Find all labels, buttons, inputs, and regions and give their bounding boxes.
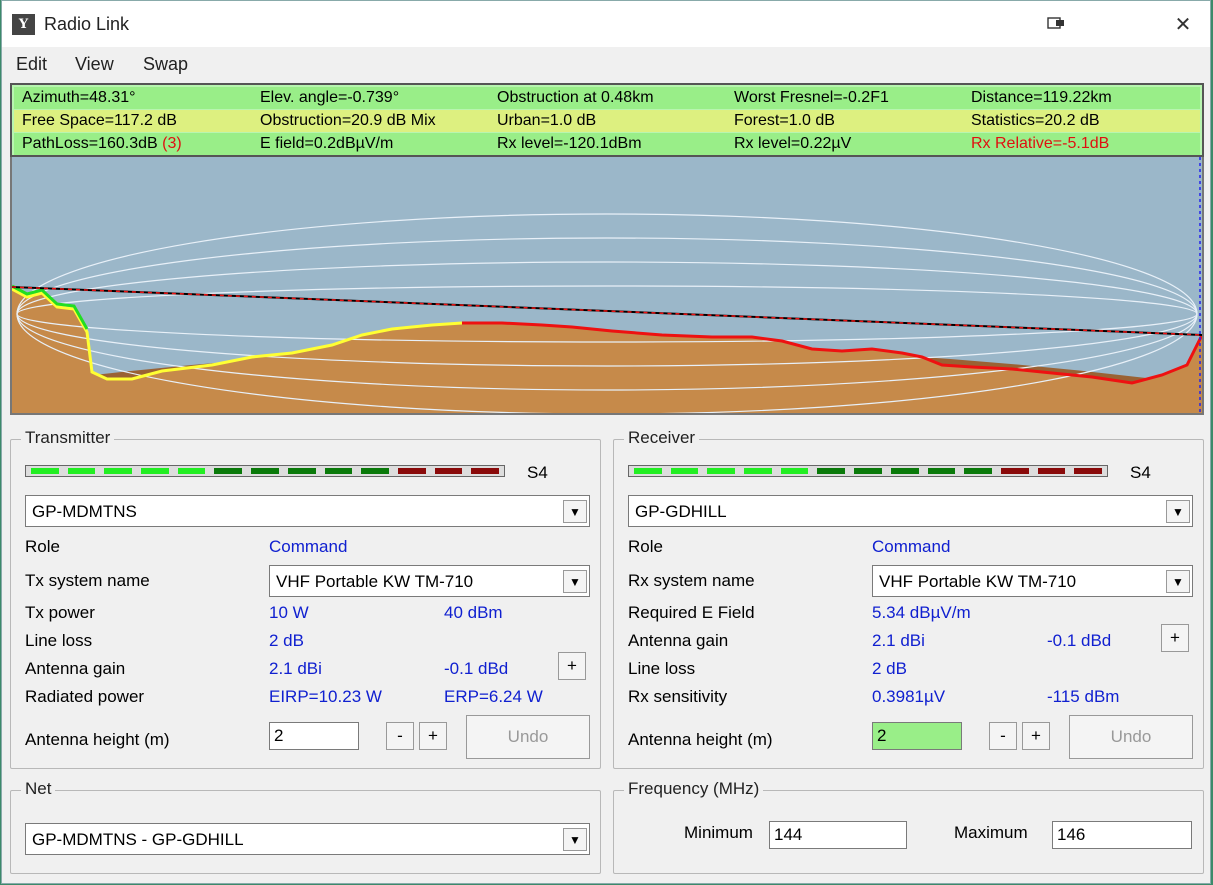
tx-radiated-label: Radiated power (25, 687, 145, 706)
rx-gain-dbi: 2.1 dBi (872, 631, 925, 650)
tx-gain-dbd: -0.1 dBd (444, 659, 509, 678)
distance-value: Distance=119.22km (971, 89, 1112, 106)
tx-erp-value: ERP=6.24 W (444, 687, 543, 706)
rx-level-dbm-value: Rx level=-120.1dBm (497, 135, 642, 152)
tx-gain-dbi: 2.1 dBi (269, 659, 322, 678)
radio-link-window: Y Radio Link ✕ Edit View Swap Azimuth=48… (1, 0, 1211, 884)
rx-gain-label: Antenna gain (628, 631, 729, 650)
net-label: Net (21, 779, 56, 799)
tx-station-select[interactable]: GP-MDMTNS ▼ (25, 495, 590, 527)
menu-swap[interactable]: Swap (143, 54, 188, 75)
rx-meter-label: S4 (1130, 463, 1151, 482)
rx-station-select[interactable]: GP-GDHILL ▼ (628, 495, 1193, 527)
e-field-value: E field=0.2dBµV/m (260, 135, 394, 152)
rx-system-select[interactable]: VHF Portable KW TM-710 ▼ (872, 565, 1193, 597)
elevation-angle-value: Elev. angle=-0.739° (260, 89, 400, 106)
pathloss-cell: PathLoss=160.3dB (3) (14, 133, 251, 155)
obstruction-location-value: Obstruction at 0.48km (497, 89, 654, 106)
forest-value: Forest=1.0 dB (734, 112, 835, 129)
rx-height-minus-button[interactable]: - (989, 722, 1017, 750)
tx-gain-label: Antenna gain (25, 659, 126, 678)
tx-meter-label: S4 (527, 463, 548, 482)
frequency-label: Frequency (MHz) (624, 779, 764, 799)
title-bar: Y Radio Link ✕ (2, 1, 1210, 47)
urban-value: Urban=1.0 dB (497, 112, 597, 129)
rx-efield-label: Required E Field (628, 603, 755, 622)
pathloss-value: PathLoss=160.3dB (22, 135, 158, 152)
rx-height-plus-button[interactable]: + (1022, 722, 1050, 750)
chevron-down-icon[interactable]: ▼ (1166, 500, 1190, 523)
tx-role-value: Command (269, 537, 348, 556)
tx-role-label: Role (25, 537, 60, 556)
tx-height-plus-button[interactable]: + (419, 722, 447, 750)
window-title: Radio Link (44, 14, 130, 34)
chevron-down-icon[interactable]: ▼ (1166, 570, 1190, 593)
obstruction-loss-value: Obstruction=20.9 dB Mix (260, 112, 436, 129)
rx-role-label: Role (628, 537, 663, 556)
restore-icon[interactable] (1042, 11, 1072, 39)
close-icon[interactable]: ✕ (1168, 11, 1198, 39)
azimuth-value: Azimuth=48.31° (22, 89, 136, 106)
tx-signal-meter (25, 465, 505, 477)
menu-view[interactable]: View (75, 54, 114, 75)
tx-power-w: 10 W (269, 603, 309, 622)
frequency-group: Frequency (MHz) Minimum 144 Maximum 146 (613, 779, 1204, 874)
rx-level-uv-value: Rx level=0.22µV (734, 135, 852, 152)
tx-height-input[interactable]: 2 (269, 722, 359, 750)
tx-lineloss-label: Line loss (25, 631, 93, 650)
rx-lineloss-value: 2 dB (872, 659, 907, 678)
receiver-label: Receiver (624, 428, 700, 448)
free-space-value: Free Space=117.2 dB (22, 112, 177, 129)
rx-signal-meter (628, 465, 1108, 477)
menu-edit[interactable]: Edit (16, 54, 47, 75)
tx-power-dbm: 40 dBm (444, 603, 503, 622)
terrain-profile-svg (12, 157, 1202, 413)
chevron-down-icon[interactable]: ▼ (563, 570, 587, 593)
rx-gain-dbd: -0.1 dBd (1047, 631, 1112, 650)
rx-relative-value: Rx Relative=-5.1dB (971, 135, 1110, 152)
terrain-profile-plot[interactable] (10, 157, 1204, 415)
pathloss-flag: (3) (162, 135, 182, 152)
tx-system-label: Tx system name (25, 571, 150, 590)
chevron-down-icon[interactable]: ▼ (563, 500, 587, 523)
net-select[interactable]: GP-MDMTNS - GP-GDHILL ▼ (25, 823, 590, 855)
link-summary-grid: Azimuth=48.31° Elev. angle=-0.739° Obstr… (10, 83, 1204, 157)
rx-lineloss-label: Line loss (628, 659, 696, 678)
rx-undo-button[interactable]: Undo (1069, 715, 1193, 759)
worst-fresnel-value: Worst Fresnel=-0.2F1 (734, 89, 889, 106)
tx-undo-button[interactable]: Undo (466, 715, 590, 759)
transmitter-group: Transmitter S4 GP-MDMTNS ▼ Role Command … (10, 428, 601, 769)
rx-system-label: Rx system name (628, 571, 755, 590)
rx-efield-value: 5.34 dBµV/m (872, 603, 971, 622)
menu-bar: Edit View Swap (2, 47, 1210, 81)
tx-lineloss-value: 2 dB (269, 631, 304, 650)
rx-sensitivity-label: Rx sensitivity (628, 687, 728, 706)
frequency-min-label: Minimum (684, 823, 753, 842)
antenna-app-icon: Y (12, 14, 35, 35)
chevron-down-icon[interactable]: ▼ (563, 828, 587, 851)
tx-height-minus-button[interactable]: - (386, 722, 414, 750)
tx-system-select[interactable]: VHF Portable KW TM-710 ▼ (269, 565, 590, 597)
tx-eirp-value: EIRP=10.23 W (269, 687, 382, 706)
transmitter-label: Transmitter (21, 428, 115, 448)
frequency-min-input[interactable]: 144 (769, 821, 907, 849)
frequency-max-label: Maximum (954, 823, 1028, 842)
rx-sensitivity-uv: 0.3981µV (872, 687, 946, 706)
net-group: Net GP-MDMTNS - GP-GDHILL ▼ (10, 779, 601, 874)
frequency-max-input[interactable]: 146 (1052, 821, 1192, 849)
tx-height-label: Antenna height (m) (25, 730, 170, 749)
receiver-group: Receiver S4 GP-GDHILL ▼ Role Command Rx … (613, 428, 1204, 769)
rx-sensitivity-dbm: -115 dBm (1047, 687, 1120, 706)
tx-gain-plus-button[interactable]: + (558, 652, 586, 680)
rx-height-input[interactable]: 2 (872, 722, 962, 750)
rx-height-label: Antenna height (m) (628, 730, 773, 749)
tx-power-label: Tx power (25, 603, 95, 622)
rx-role-value: Command (872, 537, 951, 556)
rx-gain-plus-button[interactable]: + (1161, 624, 1189, 652)
statistics-value: Statistics=20.2 dB (971, 112, 1100, 129)
